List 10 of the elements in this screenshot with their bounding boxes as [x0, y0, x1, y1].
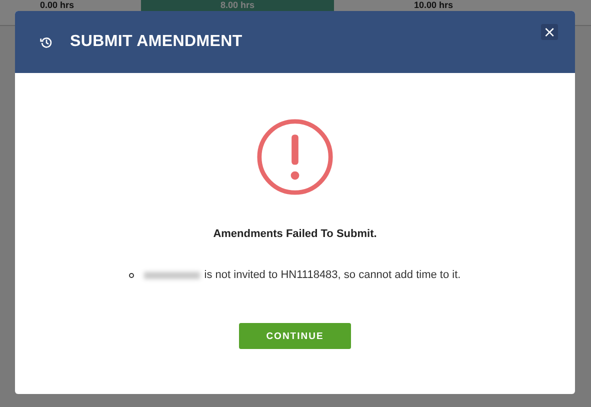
error-message: is not invited to HN1118483, so cannot add time to it.	[204, 269, 461, 281]
hours-cell-text: 10.00 hrs	[413, 0, 454, 12]
dialog-title: SUBMIT AMENDMENT	[70, 33, 242, 51]
history-icon	[40, 36, 53, 48]
hours-cell-text: 0.00 hrs	[39, 0, 76, 12]
close-button[interactable]: ×	[541, 24, 558, 40]
error-heading: Amendments Failed To Submit.	[213, 228, 377, 240]
redacted-name	[144, 272, 200, 278]
warning-icon	[256, 118, 334, 196]
bullet-icon	[129, 272, 134, 278]
